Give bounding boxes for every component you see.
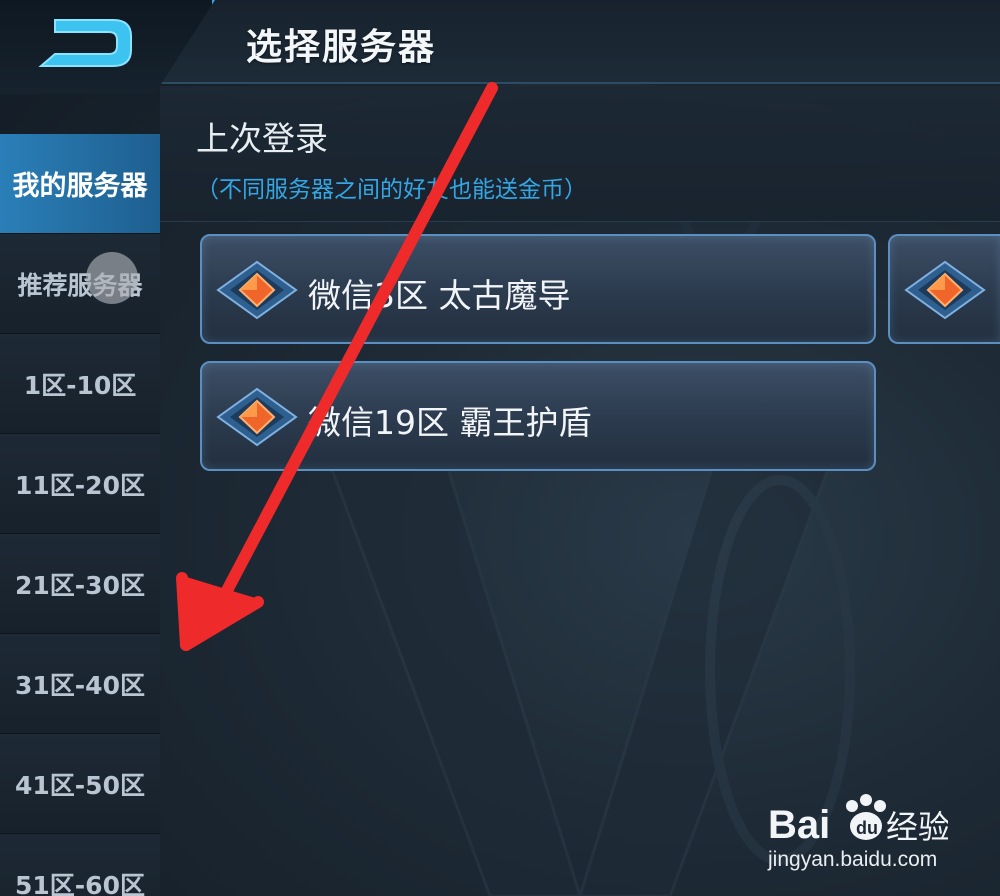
- svg-text:du: du: [856, 818, 878, 838]
- server-list-panel: 上次登录 （不同服务器之间的好友也能送金币） 微信3区 太古魔导 微信19区 霸…: [160, 86, 1000, 896]
- sidebar-item-zone-41-50[interactable]: 41区-50区: [0, 734, 160, 834]
- touch-indicator: [86, 252, 138, 304]
- svg-text:经验: 经验: [886, 808, 948, 846]
- sidebar-item-label: 1区-10区: [23, 370, 137, 400]
- back-button[interactable]: [35, 14, 135, 72]
- sidebar-item-label: 51区-60区: [15, 870, 145, 896]
- recent-login-header: 上次登录 （不同服务器之间的好友也能送金币）: [160, 86, 1000, 222]
- server-card[interactable]: 微信3区 太古魔导: [200, 234, 876, 344]
- diamond-gem-icon: [904, 260, 986, 320]
- server-card[interactable]: [888, 234, 1000, 344]
- recent-login-note: （不同服务器之间的好友也能送金币）: [196, 177, 587, 203]
- sidebar-item-label: 31区-40区: [15, 670, 145, 700]
- server-category-sidebar: 我的服务器 推荐服务器 1区-10区 11区-20区 21区-30区 31区-4…: [0, 134, 160, 896]
- sidebar-item-label: 11区-20区: [15, 470, 145, 500]
- sidebar-item-label: 我的服务器: [12, 171, 148, 202]
- sidebar-item-recommended[interactable]: 推荐服务器: [0, 234, 160, 334]
- sidebar-item-my-servers[interactable]: 我的服务器: [0, 134, 160, 234]
- sidebar-item-zone-1-10[interactable]: 1区-10区: [0, 334, 160, 434]
- sidebar-item-label: 21区-30区: [15, 570, 145, 600]
- recent-login-title: 上次登录: [196, 119, 328, 158]
- diamond-gem-icon: [216, 387, 298, 447]
- server-name: 微信3区 太古魔导: [308, 276, 571, 315]
- sidebar-item-zone-31-40[interactable]: 31区-40区: [0, 634, 160, 734]
- page-title: 选择服务器: [246, 27, 437, 68]
- server-card[interactable]: 微信19区 霸王护盾: [200, 361, 876, 471]
- back-arrow-icon: [38, 19, 132, 67]
- svg-text:Bai: Bai: [768, 803, 830, 847]
- sidebar-item-zone-51-60[interactable]: 51区-60区: [0, 834, 160, 896]
- diamond-gem-icon: [216, 260, 298, 320]
- watermark-url: jingyan.baidu.com: [768, 848, 938, 871]
- sidebar-item-label: 41区-50区: [15, 770, 145, 800]
- sidebar-item-zone-11-20[interactable]: 11区-20区: [0, 434, 160, 534]
- sidebar-item-zone-21-30[interactable]: 21区-30区: [0, 534, 160, 634]
- server-name: 微信19区 霸王护盾: [308, 403, 592, 442]
